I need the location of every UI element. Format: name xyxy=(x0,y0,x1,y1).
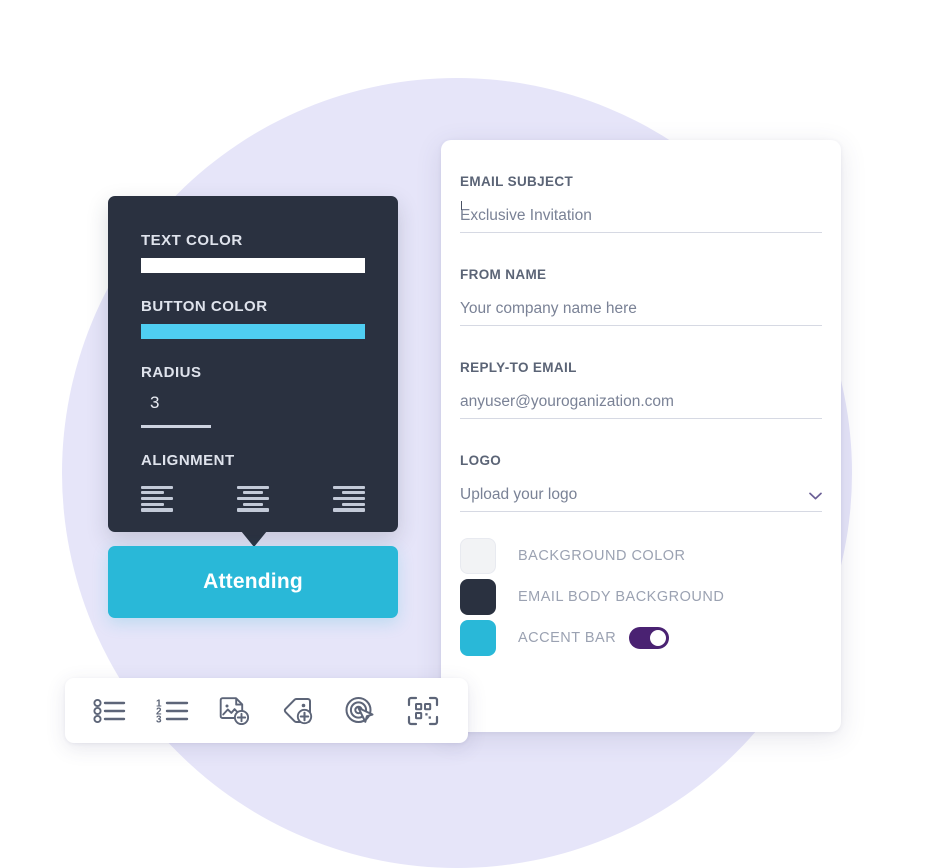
attending-button[interactable]: Attending xyxy=(108,546,398,618)
swatch-row-background-color: BACKGROUND COLOR xyxy=(460,535,841,576)
field-email-subject: EMAIL SUBJECT Exclusive Invitation xyxy=(441,174,841,234)
align-right-icon[interactable] xyxy=(333,485,365,512)
field-logo: LOGO Upload your logo xyxy=(441,453,841,513)
swatch-label: ACCENT BAR xyxy=(518,629,617,646)
swatch-label: BACKGROUND COLOR xyxy=(518,547,686,564)
color-swatch-list: BACKGROUND COLOR EMAIL BODY BACKGROUND A… xyxy=(441,535,841,658)
editor-toolbar: 1 2 3 xyxy=(65,678,468,743)
reply-to-email-input[interactable]: anyuser@youroganization.com xyxy=(460,393,822,420)
swatch-label: EMAIL BODY BACKGROUND xyxy=(518,588,725,605)
accent-bar-toggle[interactable] xyxy=(629,626,670,649)
radius-label: RADIUS xyxy=(141,364,202,381)
logo-select[interactable]: Upload your logo xyxy=(460,486,822,513)
numbered-list-icon[interactable]: 1 2 3 xyxy=(152,690,194,732)
chevron-down-icon xyxy=(809,492,822,500)
field-value: Exclusive Invitation xyxy=(460,200,592,224)
click-target-icon[interactable] xyxy=(339,690,381,732)
add-image-icon[interactable] xyxy=(214,690,256,732)
radius-underline xyxy=(141,425,211,428)
from-name-input[interactable]: Your company name here xyxy=(460,300,822,327)
field-value: anyuser@youroganization.com xyxy=(460,393,674,411)
swatch-row-email-body-background: EMAIL BODY BACKGROUND xyxy=(460,576,841,617)
email-body-background-swatch[interactable] xyxy=(460,578,496,615)
add-tag-icon[interactable] xyxy=(277,690,319,732)
field-label: LOGO xyxy=(460,453,502,469)
field-value: Your company name here xyxy=(460,300,637,318)
field-from-name: FROM NAME Your company name here xyxy=(441,267,841,327)
email-settings-card: EMAIL SUBJECT Exclusive Invitation FROM … xyxy=(441,140,841,732)
svg-text:3: 3 xyxy=(156,714,162,724)
button-color-swatch[interactable] xyxy=(141,324,365,339)
toggle-knob xyxy=(650,629,667,646)
field-value: Upload your logo xyxy=(460,486,578,504)
field-label: REPLY-TO EMAIL xyxy=(460,360,577,376)
style-settings-panel: TEXT COLOR BUTTON COLOR RADIUS 3 ALIGNME… xyxy=(108,196,398,532)
align-center-icon[interactable] xyxy=(237,485,269,512)
align-left-icon[interactable] xyxy=(141,485,173,512)
text-color-swatch[interactable] xyxy=(141,258,365,273)
text-color-label: TEXT COLOR xyxy=(141,232,243,249)
canvas: EMAIL SUBJECT Exclusive Invitation FROM … xyxy=(0,0,926,868)
field-label: FROM NAME xyxy=(460,267,547,283)
field-label: EMAIL SUBJECT xyxy=(460,174,574,189)
email-subject-input[interactable]: Exclusive Invitation xyxy=(460,200,822,234)
button-color-label: BUTTON COLOR xyxy=(141,298,268,315)
alignment-options xyxy=(141,485,365,512)
qr-code-icon[interactable] xyxy=(402,690,444,732)
background-color-swatch[interactable] xyxy=(460,537,496,574)
field-reply-to-email: REPLY-TO EMAIL anyuser@youroganization.c… xyxy=(441,360,841,420)
accent-bar-swatch[interactable] xyxy=(460,619,496,656)
bulleted-list-icon[interactable] xyxy=(89,690,131,732)
panel-pointer-arrow xyxy=(241,531,267,547)
alignment-label: ALIGNMENT xyxy=(141,451,235,469)
radius-input[interactable]: 3 xyxy=(150,393,365,413)
swatch-row-accent-bar: ACCENT BAR xyxy=(460,617,841,658)
